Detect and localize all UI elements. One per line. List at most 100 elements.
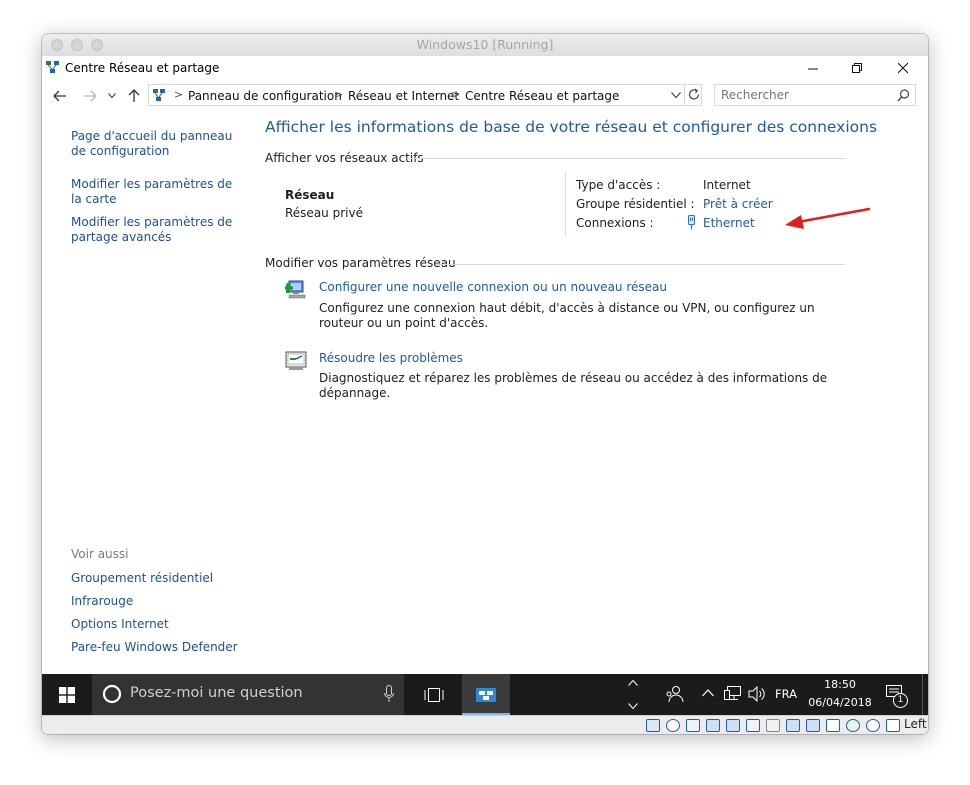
breadcrumb-separator-icon[interactable]: > (174, 88, 183, 101)
divider (684, 85, 685, 105)
display-icon[interactable] (786, 719, 800, 732)
search-input[interactable] (721, 87, 891, 103)
refresh-icon[interactable] (688, 88, 701, 101)
taskbar-scroll[interactable] (625, 674, 641, 715)
cortana-search-placeholder[interactable]: Posez-moi une question (130, 685, 303, 701)
up-arrow-icon (128, 89, 140, 102)
clock-date[interactable]: 06/04/2018 (808, 696, 872, 709)
restore-button[interactable] (834, 56, 880, 80)
cortana-search-bar[interactable]: Posez-moi une question (92, 674, 404, 715)
sidebar-link-advanced-sharing[interactable]: Modifier les paramètres de partage avanc… (71, 215, 241, 245)
clipboard-icon[interactable] (766, 719, 780, 732)
vm-window-title: Windows10 [Running] (416, 37, 554, 52)
window-title: Centre Réseau et partage (65, 61, 220, 75)
start-button[interactable] (42, 674, 92, 715)
network-divider (565, 172, 566, 236)
address-dropdown-chevron-icon[interactable] (671, 92, 681, 99)
forward-arrow-icon (84, 90, 97, 102)
vm-titlebar: Windows10 [Running] (42, 34, 928, 57)
sidebar-link-adapter-settings[interactable]: Modifier les paramètres de la carte (71, 177, 241, 207)
breadcrumb-network-sharing-center[interactable]: Centre Réseau et partage (465, 89, 619, 103)
up-button[interactable] (126, 82, 142, 110)
new-connection-link[interactable]: Configurer une nouvelle connexion ou un … (319, 280, 667, 294)
section-divider (436, 264, 845, 265)
ethernet-connection-link[interactable]: Ethernet (703, 216, 755, 230)
back-arrow-icon (53, 90, 66, 102)
breadcrumb-separator-icon[interactable]: > (451, 88, 460, 101)
window-titlebar: Centre Réseau et partage (42, 56, 928, 80)
connections-label: Connexions : (576, 216, 654, 230)
network-name: Réseau (285, 188, 335, 202)
minimize-button[interactable] (790, 56, 836, 80)
network-tray-icon[interactable] (724, 686, 742, 702)
video-capture-icon[interactable] (806, 719, 820, 732)
vm-status-bar: Left ⌘ (42, 715, 928, 734)
homegroup-label: Groupe résidentiel : (576, 197, 695, 211)
back-button[interactable] (50, 82, 70, 110)
shared-folders-icon[interactable] (746, 719, 760, 732)
network-center-icon (153, 89, 165, 101)
taskbar: Posez-moi une question FRA 18:50 06/04/2… (42, 674, 928, 715)
windows-logo-icon (59, 686, 75, 703)
mouse-integration-icon[interactable] (866, 719, 880, 732)
new-connection-icon (285, 280, 306, 299)
address-bar[interactable]: > Panneau de configuration > Réseau et I… (148, 84, 702, 106)
taskbar-network-center-app[interactable] (462, 674, 510, 715)
access-type-value: Internet (703, 178, 751, 192)
clock-time[interactable]: 18:50 (812, 678, 868, 691)
sidebar-link-control-panel-home[interactable]: Page d'accueil du panneau de configurati… (71, 129, 241, 159)
troubleshoot-description: Diagnostiquez et réparez les problèmes d… (319, 371, 828, 400)
restore-icon (851, 62, 862, 73)
audio-icon[interactable] (686, 719, 700, 732)
cpu-icon[interactable] (826, 719, 840, 732)
breadcrumb-control-panel[interactable]: Panneau de configuration (188, 89, 342, 103)
recent-locations-button[interactable] (106, 82, 118, 110)
input-language-indicator[interactable]: FRA (775, 687, 797, 701)
hard-disk-icon[interactable] (646, 719, 660, 732)
see-also-heading: Voir aussi (71, 547, 129, 561)
see-also-link-internet-options[interactable]: Options Internet (71, 617, 241, 632)
volume-icon[interactable] (748, 686, 766, 702)
page-title: Afficher les informations de base de vot… (265, 118, 878, 136)
network-adapter-icon[interactable] (706, 719, 720, 732)
close-icon (897, 62, 908, 73)
optical-drive-icon[interactable] (666, 719, 680, 732)
change-settings-heading: Modifier vos paramètres réseau (265, 256, 456, 270)
forward-button[interactable] (80, 82, 100, 110)
chevron-up-icon[interactable] (628, 680, 638, 686)
guest-additions-icon[interactable] (846, 719, 860, 732)
navigation-bar: > Panneau de configuration > Réseau et I… (42, 82, 928, 110)
see-also-link-infrared[interactable]: Infrarouge (71, 594, 241, 609)
breadcrumb-network-internet[interactable]: Réseau et Internet (348, 89, 459, 103)
task-view-icon (424, 687, 444, 702)
troubleshoot-icon (285, 351, 307, 370)
people-icon[interactable] (664, 685, 684, 703)
usb-icon[interactable] (726, 719, 740, 732)
homegroup-link[interactable]: Prêt à créer (703, 197, 773, 211)
show-desktop-button[interactable] (922, 674, 928, 715)
microphone-icon[interactable] (384, 685, 394, 703)
new-connection-description: Configurez une connexion haut débit, d'a… (319, 301, 815, 330)
ethernet-icon (688, 215, 695, 230)
search-box[interactable] (714, 84, 916, 106)
active-networks-heading: Afficher vos réseaux actifs (265, 151, 424, 165)
task-view-button[interactable] (418, 674, 450, 715)
chevron-down-icon[interactable] (628, 703, 638, 709)
troubleshoot-link[interactable]: Résoudre les problèmes (319, 351, 463, 365)
network-center-app-icon (476, 687, 496, 702)
section-divider (407, 158, 845, 159)
network-center-icon (46, 61, 59, 73)
close-button[interactable] (880, 56, 926, 80)
keyboard-capture-icon[interactable] (886, 719, 900, 732)
show-hidden-icons-chevron-icon[interactable] (702, 689, 714, 697)
notification-count-badge: 1 (893, 693, 908, 708)
cortana-icon (102, 684, 122, 704)
search-icon[interactable] (897, 89, 910, 102)
see-also-link-homegroup[interactable]: Groupement résidentiel (71, 571, 241, 586)
breadcrumb-separator-icon[interactable]: > (334, 88, 343, 101)
annotation-arrow-icon (785, 207, 871, 229)
chevron-down-icon (108, 93, 116, 99)
action-center-button[interactable]: 1 (882, 674, 912, 715)
vm-window: Windows10 [Running] Centre Réseau et par… (42, 34, 928, 734)
see-also-link-firewall[interactable]: Pare-feu Windows Defender (71, 640, 241, 655)
